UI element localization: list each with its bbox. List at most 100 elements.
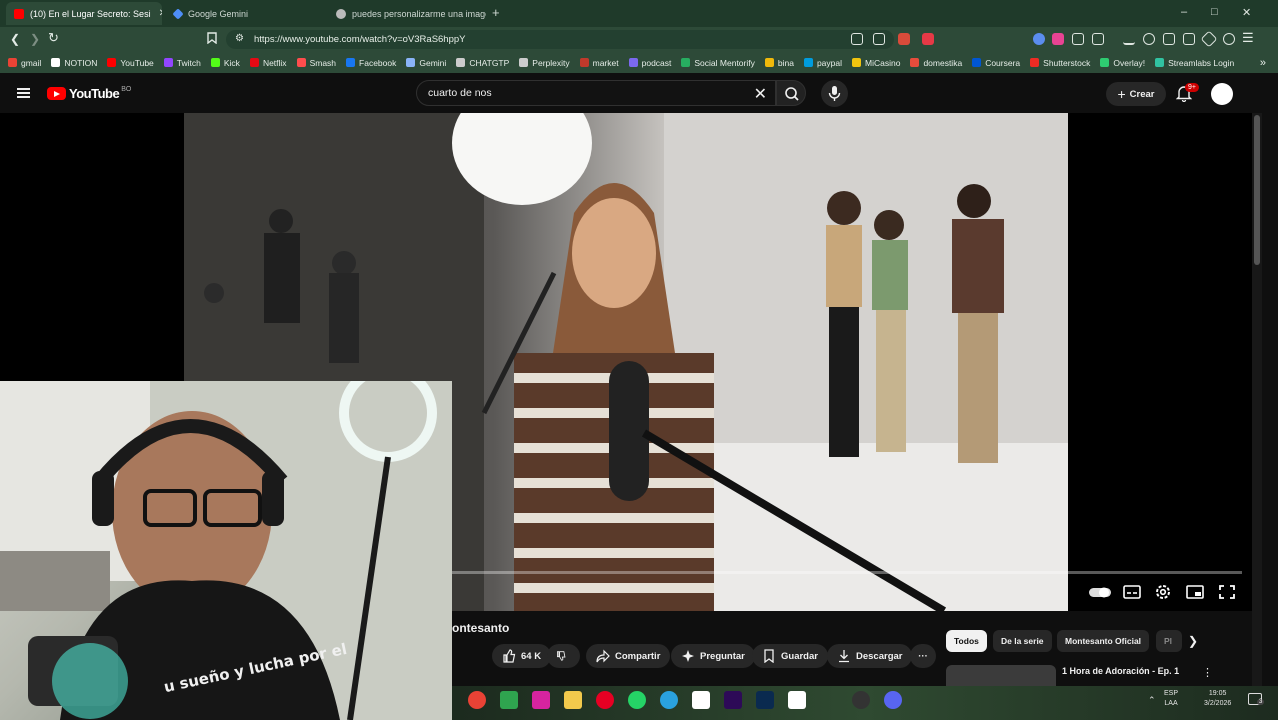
bookmark-smash[interactable]: Smash	[296, 58, 336, 68]
bookmark-gmail[interactable]: gmail	[8, 58, 41, 68]
recommendation-menu-icon[interactable]: ⋮	[1202, 666, 1213, 679]
bookmark-podcast[interactable]: podcast	[628, 58, 671, 68]
bookmark-notion[interactable]: NOTION	[51, 58, 97, 68]
clock[interactable]: 19:05 3/2/2026	[1204, 689, 1231, 709]
chip-playlist[interactable]: Pl	[1156, 630, 1182, 652]
extension-red-icon[interactable]	[922, 33, 934, 45]
chip-todos[interactable]: Todos	[946, 630, 987, 652]
tab-chat[interactable]: puedes personalizarme una imagen	[328, 2, 486, 25]
bookmark-overlay[interactable]: Overlay!	[1100, 58, 1145, 68]
page-scrollbar[interactable]	[1252, 113, 1262, 686]
close-tab-icon[interactable]: ✕	[159, 8, 162, 19]
share-icon[interactable]	[873, 33, 885, 45]
extension-pink-icon[interactable]	[1052, 33, 1064, 45]
bookmark-social-mentorify[interactable]: Social Mentorify	[681, 58, 755, 68]
dislike-button[interactable]	[547, 644, 580, 668]
bookmark-perplexity[interactable]: Perplexity	[519, 58, 570, 68]
miniplayer-icon[interactable]	[1185, 583, 1205, 601]
clear-search-icon[interactable]: ✕	[754, 84, 767, 104]
reload-button[interactable]: ↻	[48, 30, 59, 46]
bookmark-icon[interactable]	[207, 32, 217, 47]
chips-next-icon[interactable]: ❯	[1188, 634, 1198, 648]
chrome-taskbar-icon[interactable]	[468, 691, 486, 709]
address-bar[interactable]: ⚙ https://www.youtube.com/watch?v=oV3RaS…	[226, 30, 894, 49]
tab-gemini[interactable]: Google Gemini	[166, 2, 324, 25]
bookmark-facebook[interactable]: Facebook	[346, 58, 396, 68]
extension-brave-icon[interactable]	[898, 33, 910, 45]
guide-menu-icon[interactable]	[17, 88, 30, 98]
extension-audio-icon[interactable]	[1033, 33, 1045, 45]
pinterest-taskbar-icon[interactable]	[596, 691, 614, 709]
instagram-taskbar-icon[interactable]	[532, 691, 550, 709]
bookmark-netflix[interactable]: Netflix	[249, 58, 287, 68]
autoplay-toggle-icon[interactable]	[1088, 583, 1112, 601]
like-button[interactable]: 64 K	[492, 644, 552, 668]
bookmark-shutterstock[interactable]: Shutterstock	[1030, 58, 1090, 68]
download-button[interactable]: Descargar	[827, 644, 913, 668]
search-input[interactable]: cuarto de nos ✕	[416, 80, 776, 106]
new-tab-button[interactable]: +	[492, 5, 500, 20]
media-icon[interactable]	[1143, 33, 1155, 45]
chip-montesanto-oficial[interactable]: Montesanto Oficial	[1057, 630, 1150, 652]
share-button[interactable]: Compartir	[586, 644, 671, 668]
site-info-icon[interactable]: ⚙	[235, 33, 244, 44]
create-button[interactable]: + Crear	[1106, 82, 1166, 106]
extensions-puzzle-icon[interactable]	[1072, 33, 1084, 45]
wallet-icon[interactable]	[1183, 33, 1195, 45]
close-window-button[interactable]: ✕	[1242, 6, 1251, 19]
sidebar-icon[interactable]	[1163, 33, 1175, 45]
recommendation-title[interactable]: 1 Hora de Adoración - Ep. 1	[1062, 666, 1179, 676]
vpn-icon[interactable]	[1223, 33, 1235, 45]
bookmark-bina[interactable]: bina	[764, 58, 794, 68]
whatsapp-taskbar-icon[interactable]	[628, 691, 646, 709]
cast-icon[interactable]	[851, 33, 863, 45]
bookmark-coursera[interactable]: Coursera	[972, 58, 1020, 68]
minimize-button[interactable]: –	[1181, 6, 1187, 18]
tab-search-icon[interactable]	[1092, 33, 1104, 45]
ask-button[interactable]: Preguntar	[671, 644, 755, 668]
subtitles-icon[interactable]	[1122, 583, 1142, 601]
scrollbar-thumb[interactable]	[1254, 115, 1260, 265]
video-progress-bar[interactable]	[452, 571, 1242, 574]
bookmark-youtube[interactable]: YouTube	[107, 58, 154, 68]
notification-center-icon[interactable]: 3	[1248, 693, 1265, 705]
voice-search-button[interactable]	[821, 80, 848, 107]
bookmark-gemini[interactable]: Gemini	[406, 58, 446, 68]
tab-youtube[interactable]: (10) En el Lugar Secreto: Sesi ✕	[6, 2, 162, 25]
keyboard-language[interactable]: ESP LAA	[1164, 689, 1178, 709]
download-icon[interactable]	[1123, 33, 1135, 45]
telegram-taskbar-icon[interactable]	[660, 691, 678, 709]
tray-chevron-icon[interactable]: ⌃	[1148, 695, 1156, 706]
menu-icon[interactable]: ☰	[1242, 30, 1254, 46]
search-button[interactable]	[776, 80, 806, 106]
photoshop-taskbar-icon[interactable]	[756, 691, 774, 709]
chip-de-la-serie[interactable]: De la serie	[993, 630, 1052, 652]
fullscreen-icon[interactable]	[1217, 583, 1237, 601]
bookmark-market[interactable]: market	[579, 58, 619, 68]
bookmark-micasino[interactable]: MiCasino	[852, 58, 900, 68]
bookmark-streamlabs-login[interactable]: Streamlabs Login	[1155, 58, 1234, 68]
back-button[interactable]: ❮	[10, 32, 20, 46]
discord-taskbar-icon[interactable]	[884, 691, 902, 709]
obs-taskbar-icon[interactable]	[852, 691, 870, 709]
premiere-taskbar-icon[interactable]	[724, 691, 742, 709]
bookmark-chatgtp[interactable]: CHATGTP	[456, 58, 509, 68]
leo-icon[interactable]	[1200, 30, 1218, 48]
phone-link-taskbar-icon[interactable]	[500, 691, 518, 709]
bookmarks-overflow-icon[interactable]: »	[1260, 57, 1266, 69]
bookmark-domestika[interactable]: domestika	[910, 58, 962, 68]
capcut-taskbar-icon[interactable]	[692, 691, 710, 709]
file-explorer-taskbar-icon[interactable]	[564, 691, 582, 709]
avatar[interactable]	[1211, 83, 1233, 105]
bookmark-paypal[interactable]: paypal	[803, 58, 842, 68]
settings-gear-icon[interactable]	[1153, 583, 1173, 601]
bookmark-kick[interactable]: Kick	[210, 58, 240, 68]
recommendation-thumbnail[interactable]	[946, 665, 1056, 687]
forward-button[interactable]: ❯	[30, 32, 40, 46]
youtube-logo[interactable]: YouTube BO	[47, 86, 131, 101]
maximize-button[interactable]: □	[1211, 6, 1218, 18]
save-button[interactable]: Guardar	[752, 644, 828, 668]
more-actions-button[interactable]: ···	[910, 644, 936, 668]
notion-taskbar-icon[interactable]	[788, 691, 806, 709]
bookmark-twitch[interactable]: Twitch	[163, 58, 201, 68]
